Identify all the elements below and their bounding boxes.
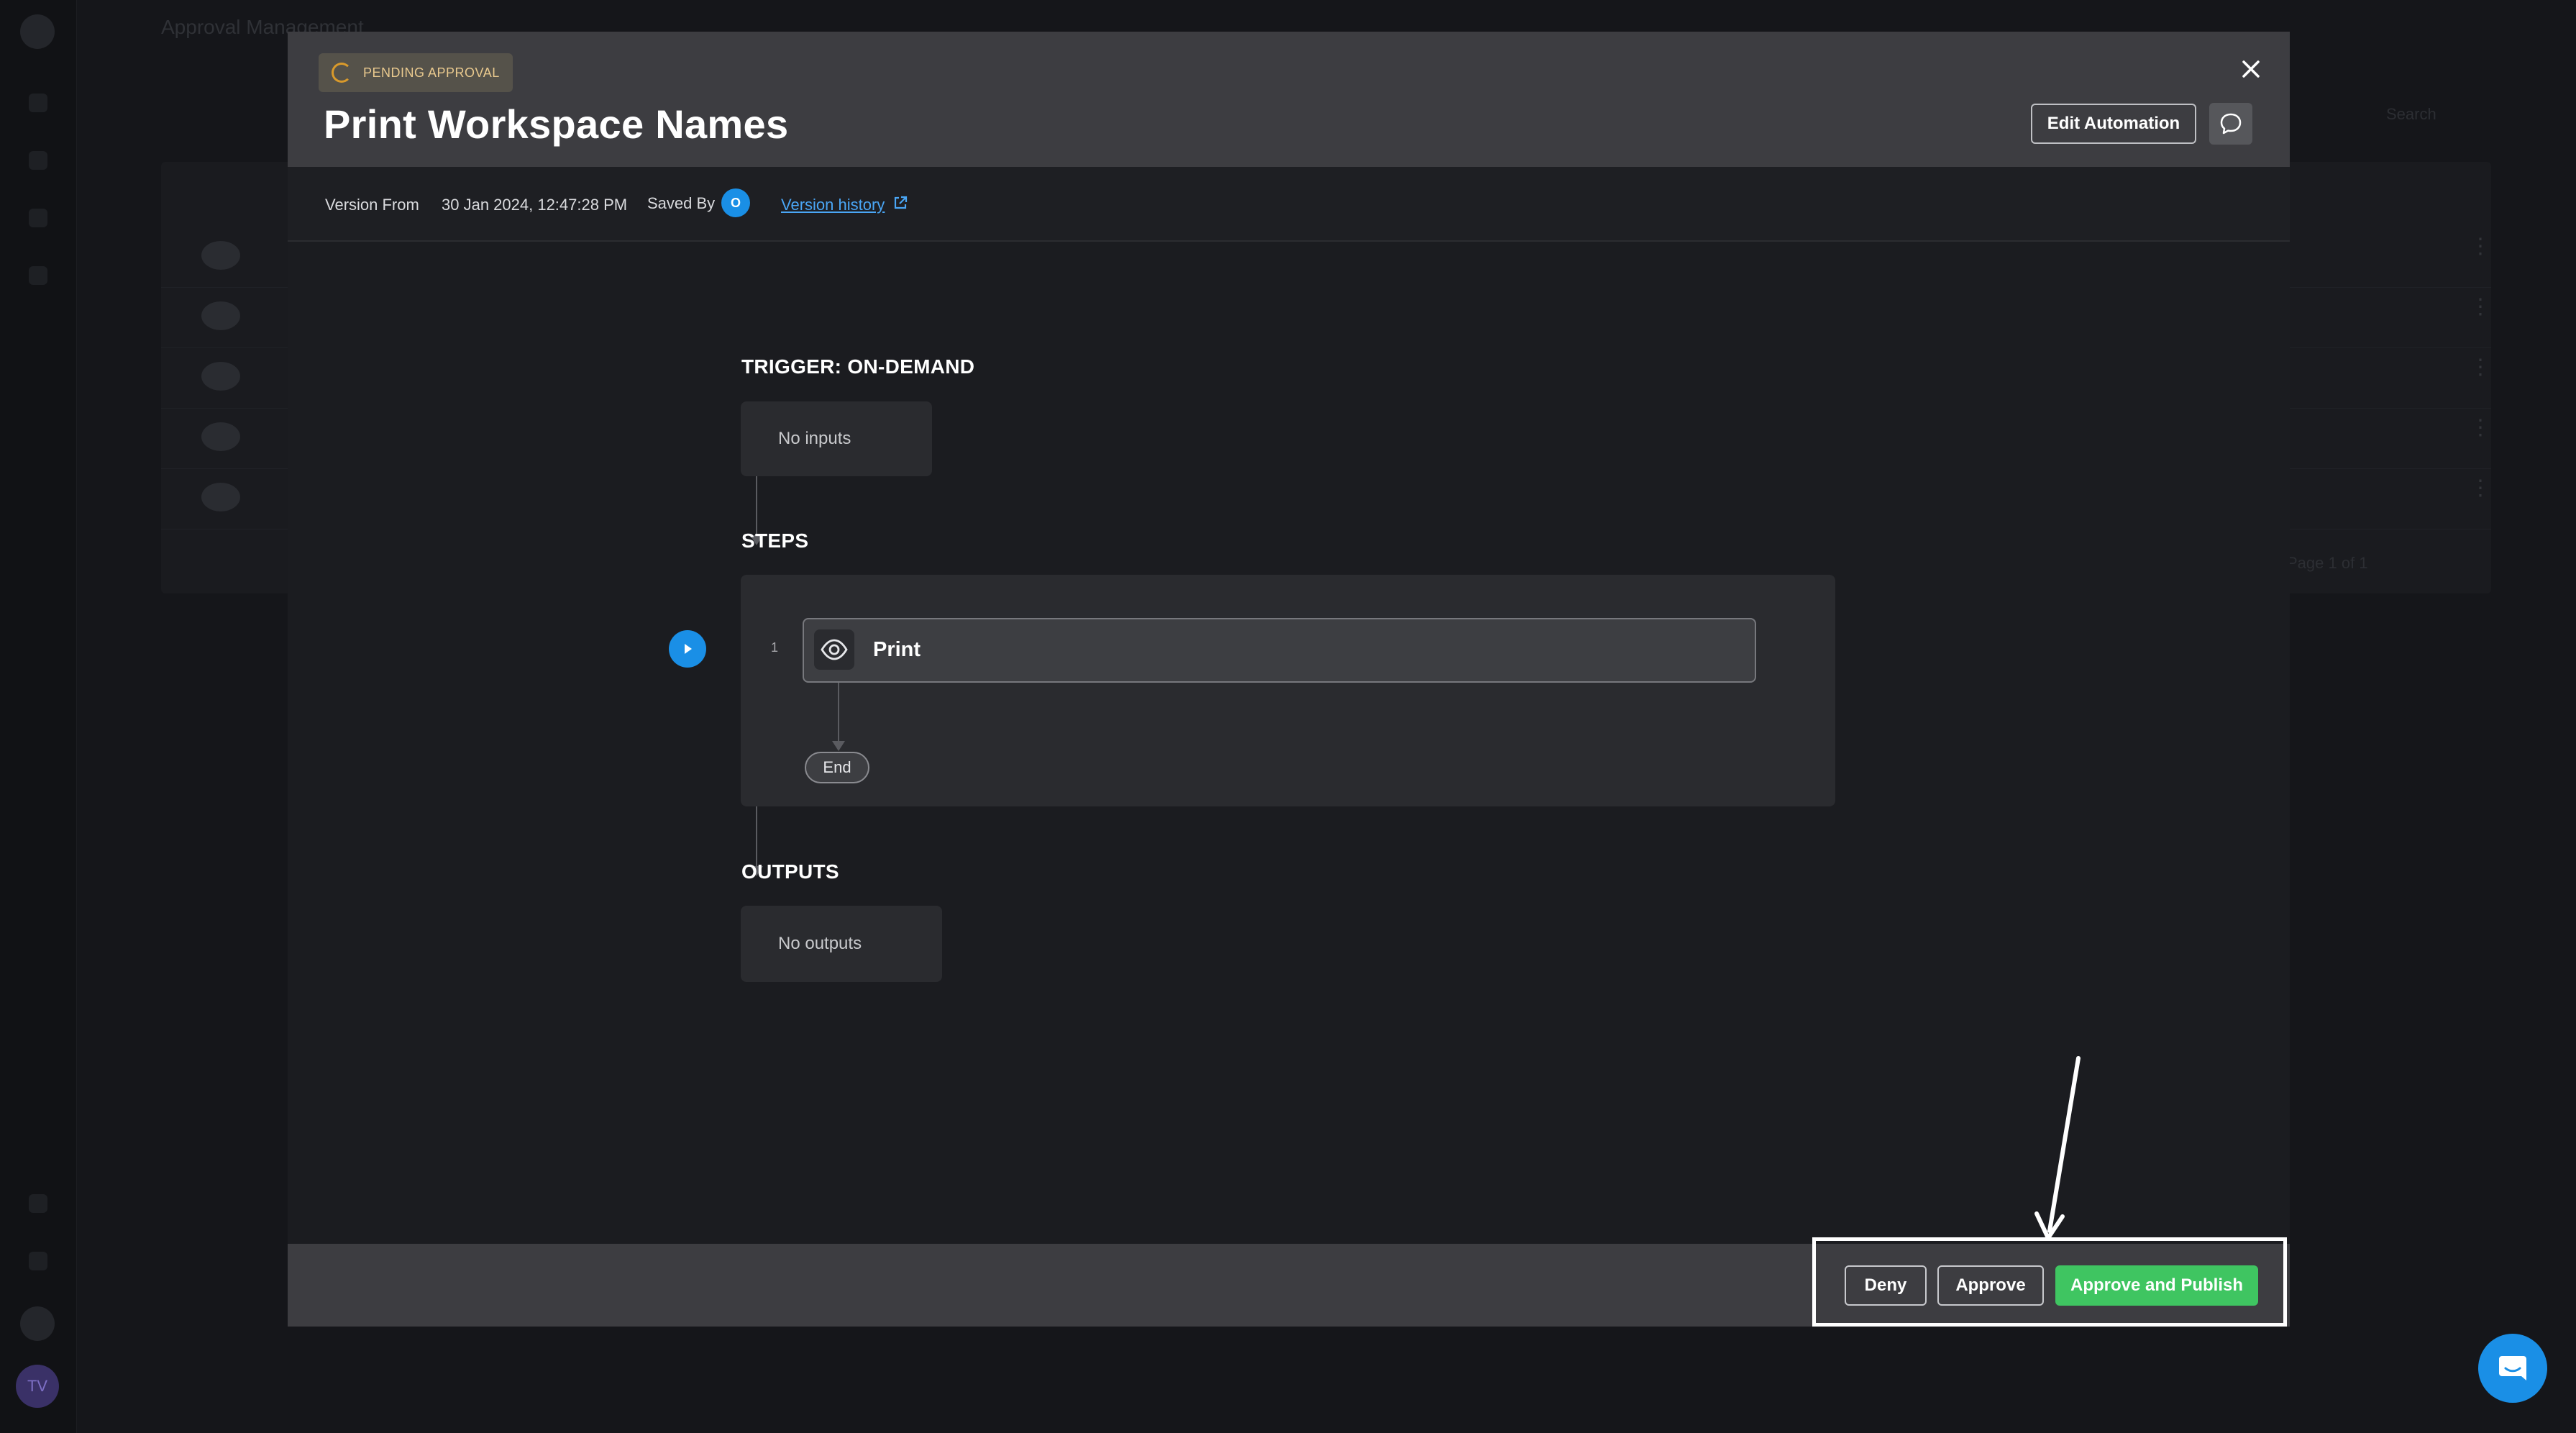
edit-automation-button[interactable]: Edit Automation bbox=[2031, 104, 2196, 144]
background-pager: Page 1 of 1 bbox=[2287, 554, 2368, 572]
run-step-button[interactable] bbox=[669, 630, 706, 668]
spinner-icon bbox=[332, 63, 352, 83]
saved-by-label: Saved By bbox=[647, 194, 716, 212]
chat-icon bbox=[2499, 1356, 2526, 1380]
app-logo-icon bbox=[20, 14, 55, 49]
flow-connector bbox=[838, 683, 839, 747]
nav-icon[interactable] bbox=[29, 1252, 47, 1270]
status-badge-label: PENDING APPROVAL bbox=[363, 65, 500, 80]
version-date: 30 Jan 2024, 12:47:28 PM bbox=[442, 196, 628, 214]
modal-title: Print Workspace Names bbox=[324, 101, 789, 147]
annotation-arrow-icon bbox=[2034, 1056, 2081, 1240]
approve-and-publish-button[interactable]: Approve and Publish bbox=[2055, 1265, 2258, 1306]
play-icon bbox=[685, 644, 692, 654]
nav-icon[interactable] bbox=[29, 209, 47, 227]
saved-by-avatar[interactable]: O bbox=[721, 188, 750, 217]
background-search: Search bbox=[2386, 105, 2436, 123]
user-avatar[interactable]: TV bbox=[16, 1365, 59, 1408]
workspace-icon[interactable] bbox=[20, 1306, 55, 1341]
flow-arrowhead bbox=[832, 741, 845, 751]
modal-footer: Deny Approve Approve and Publish bbox=[288, 1237, 2290, 1327]
close-icon bbox=[2242, 60, 2260, 78]
nav-icon[interactable] bbox=[29, 1194, 47, 1213]
left-nav-rail: TV bbox=[0, 0, 77, 1433]
step-label: Print bbox=[873, 638, 921, 661]
comment-icon bbox=[2220, 113, 2242, 135]
steps-title: STEPS bbox=[741, 529, 809, 552]
steps-panel bbox=[741, 575, 1835, 806]
trigger-inputs-box: No inputs bbox=[741, 401, 932, 476]
version-history-link[interactable]: Version history bbox=[781, 196, 885, 214]
outputs-box: No outputs bbox=[741, 906, 942, 982]
version-from-label: Version From bbox=[325, 196, 419, 214]
step-number: 1 bbox=[771, 640, 779, 655]
deny-button[interactable]: Deny bbox=[1845, 1265, 1927, 1306]
end-node: End bbox=[805, 752, 869, 783]
step-icon-box bbox=[814, 629, 854, 670]
eye-icon bbox=[821, 639, 848, 660]
version-meta-bar: Version From 30 Jan 2024, 12:47:28 PM Sa… bbox=[288, 167, 2290, 242]
trigger-title: TRIGGER: ON-DEMAND bbox=[741, 355, 975, 378]
external-link-icon[interactable] bbox=[892, 194, 909, 211]
chat-launcher-button[interactable] bbox=[2478, 1334, 2547, 1403]
status-badge: PENDING APPROVAL bbox=[319, 53, 513, 92]
nav-icon[interactable] bbox=[29, 266, 47, 285]
nav-icon[interactable] bbox=[29, 94, 47, 112]
nav-icon[interactable] bbox=[29, 151, 47, 170]
approval-modal: PENDING APPROVAL Print Workspace Names E… bbox=[288, 32, 2290, 1327]
step-card-print[interactable]: Print bbox=[803, 618, 1756, 683]
approve-button[interactable]: Approve bbox=[1937, 1265, 2044, 1306]
modal-header: PENDING APPROVAL Print Workspace Names E… bbox=[288, 32, 2290, 167]
comment-button[interactable] bbox=[2209, 103, 2252, 145]
outputs-title: OUTPUTS bbox=[741, 860, 839, 883]
close-button[interactable] bbox=[2229, 47, 2273, 91]
